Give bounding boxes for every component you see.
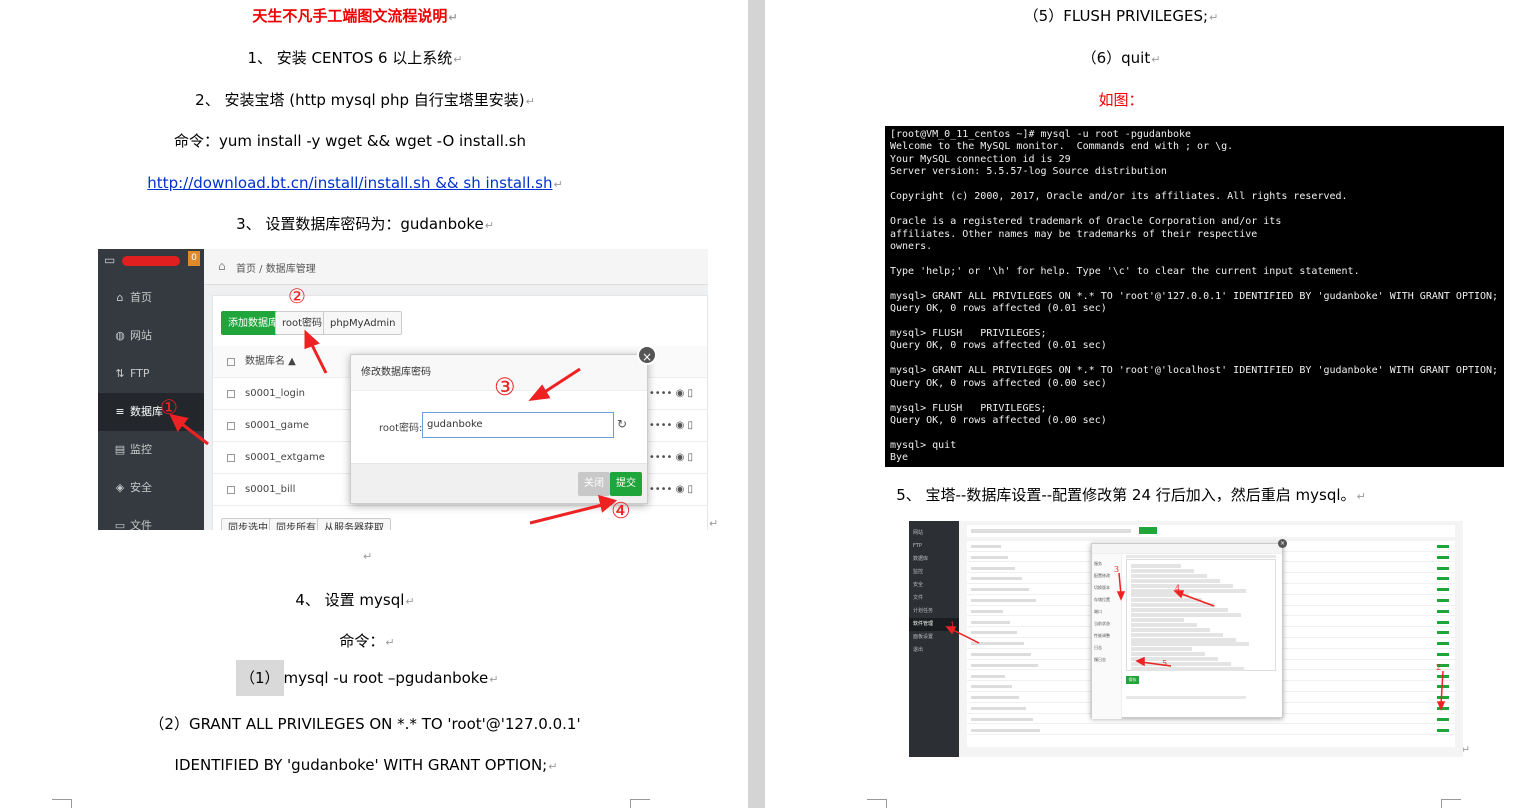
command-2-line-2: IDENTIFIED BY 'gudanboke' WITH GRANT OPT… — [174, 756, 558, 774]
terminal-line: Query OK, 0 rows affected (0.01 sec) — [890, 340, 1107, 352]
terminal-line: mysql> GRANT ALL PRIVILEGES ON *.* TO 'r… — [890, 365, 1499, 377]
terminal-line: mysql> quit — [890, 439, 957, 451]
page-corner-mark — [630, 799, 650, 808]
terminal-line: mysql> GRANT ALL PRIVILEGES ON *.* TO 'r… — [890, 290, 1499, 302]
terminal-line: Type 'help;' or '\h' for help. Type '\c'… — [890, 265, 1360, 277]
command-2-line-1: （2）GRANT ALL PRIVILEGES ON *.* TO 'root'… — [149, 715, 581, 733]
terminal-line: [root@VM_0_11_centos ~]# mysql -u root -… — [890, 129, 1192, 140]
arrow-to-submit — [529, 502, 607, 525]
step-4-text: 4、 设置 mysql↵ — [295, 591, 415, 609]
terminal-line: affiliates. Other names may be trademark… — [890, 228, 1258, 240]
mysql-config-screenshot: 网站 FTP 数据库 监控 安全 文件 计划任务 软件管理 面板设置 退出 × 服务 配置修改 切换版… — [909, 521, 1463, 757]
database-panel-screenshot: ▭ 0 ⌂ 首页 ◍ 网站 ⇅ FTP ≡ 数据库 ▤ 监控 ◈ 安全 ▭ 文件 ⌂ 首页 / 数据库管理… — [98, 249, 708, 530]
terminal-line: owners. — [890, 240, 933, 252]
page-corner-mark — [867, 799, 887, 808]
terminal-line: Query OK, 0 rows affected (0.00 sec) — [890, 377, 1107, 389]
annotation-arrows — [169, 329, 618, 525]
document-page-left: 天生不凡手工端图文流程说明↵ 1、 安装 CENTOS 6 以上系统↵ 2、 安… — [0, 0, 748, 808]
page-corner-mark — [1441, 799, 1461, 808]
step-1-text: 1、 安装 CENTOS 6 以上系统↵ — [247, 49, 463, 67]
document-title: 天生不凡手工端图文流程说明↵ — [252, 7, 458, 25]
terminal-line: mysql> FLUSH PRIVILEGES; — [890, 402, 1047, 414]
terminal-line: Oracle is a registered trademark of Orac… — [890, 216, 1282, 228]
return-marker: ↵ — [709, 517, 719, 530]
command-5: （5）FLUSH PRIVILEGES;↵ — [1023, 7, 1219, 25]
terminal-line: mysql> FLUSH PRIVILEGES; — [890, 328, 1047, 339]
terminal-line: Welcome to the MySQL monitor. Commands e… — [890, 141, 1234, 153]
page-corner-mark — [52, 799, 72, 808]
command-1: （1） mysql -u root –pgudanboke↵ — [236, 660, 498, 696]
install-link[interactable]: http://download.bt.cn/install/install.sh… — [147, 174, 552, 192]
step-2-text: 2、 安装宝塔 (http mysql php 自行宝塔里安装)↵ — [195, 91, 535, 109]
step-3-text: 3、 设置数据库密码为：gudanboke↵ — [236, 215, 494, 233]
install-command: 命令：yum install -y wget && wget -O instal… — [173, 132, 527, 150]
empty-paragraph-marker: ↵ — [363, 550, 373, 563]
terminal-line: Your MySQL connection id is 29 — [890, 153, 1071, 165]
step-5-text: 5、 宝塔--数据库设置--配置修改第 24 行后加入，然后重启 mysql。↵ — [896, 486, 1366, 504]
page-gutter — [748, 0, 765, 808]
terminal-line: Bye — [890, 452, 909, 464]
install-link-line: http://download.bt.cn/install/install.sh… — [147, 174, 563, 192]
terminal-line: Query OK, 0 rows affected (0.00 sec) — [890, 415, 1107, 427]
mysql-terminal-screenshot: [root@VM_0_11_centos ~]# mysql -u root -… — [885, 126, 1504, 467]
terminal-line: Copyright (c) 2000, 2017, Oracle and/or … — [890, 191, 1348, 203]
terminal-line: Query OK, 0 rows affected (0.01 sec) — [890, 303, 1107, 315]
figure-label: 如图： — [1098, 91, 1144, 109]
terminal-line: Server version: 5.5.57-log Source distri… — [890, 166, 1167, 178]
command-6: （6）quit↵ — [1081, 49, 1161, 67]
annotation-arrows — [945, 572, 1446, 711]
command-label: 命令：↵ — [339, 632, 395, 650]
